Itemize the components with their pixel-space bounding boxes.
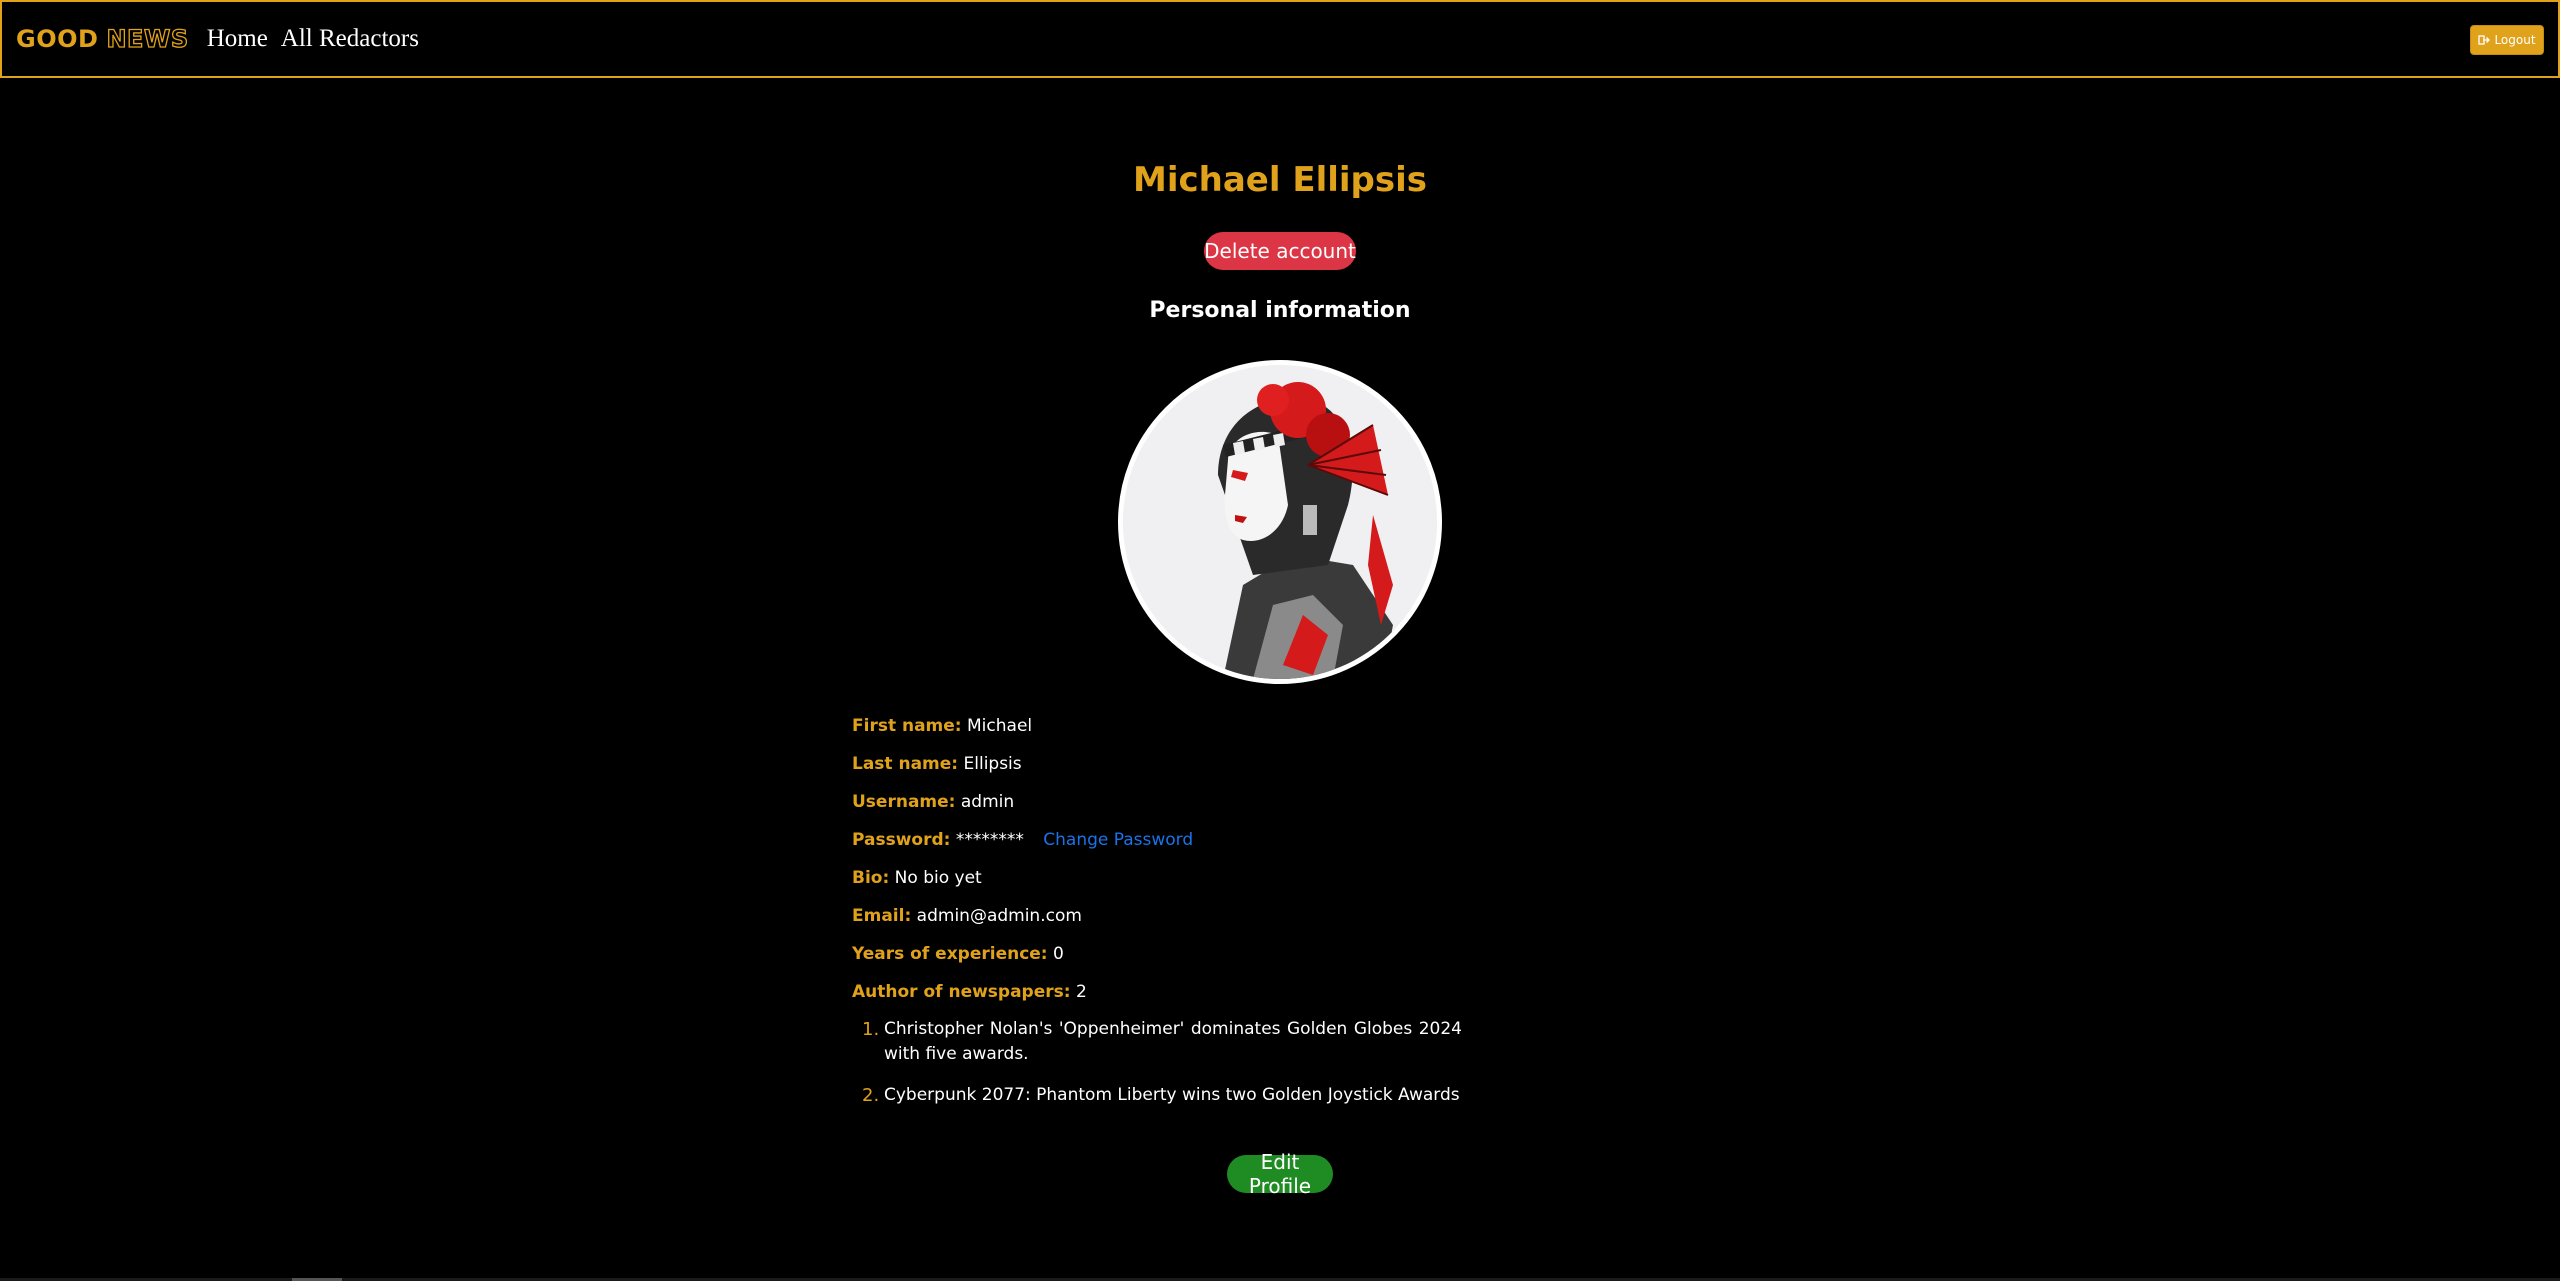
list-item: 2. Cyberpunk 2077: Phantom Liberty wins … (862, 1083, 1462, 1108)
article-number: 2. (862, 1085, 880, 1106)
last-name-row: Last name: Ellipsis (852, 751, 1462, 789)
avatar-image (1118, 360, 1442, 684)
list-item: 1. Christopher Nolan's 'Oppenheimer' dom… (862, 1017, 1462, 1067)
brand-logo[interactable]: GOOD NEWS (16, 24, 189, 53)
author-row: Author of newspapers: 2 (852, 979, 1462, 1017)
password-label: Password: (852, 830, 951, 850)
logout-label: Logout (2494, 33, 2536, 47)
bio-label: Bio: (852, 868, 890, 888)
profile-name: Michael Ellipsis (1133, 160, 1427, 200)
email-row: Email: admin@admin.com (852, 903, 1462, 941)
nav-all-redactors-link[interactable]: All Redactors (281, 25, 419, 53)
email-value: admin@admin.com (916, 906, 1082, 926)
delete-account-button[interactable]: Delete account (1204, 232, 1356, 270)
last-name-value: Ellipsis (963, 754, 1022, 774)
experience-label: Years of experience: (852, 944, 1048, 964)
experience-value: 0 (1053, 944, 1064, 964)
username-value: admin (960, 792, 1015, 812)
article-number: 1. (862, 1019, 880, 1040)
edit-profile-button[interactable]: Edit Profile (1227, 1150, 1333, 1198)
first-name-row: First name: Michael (852, 713, 1462, 751)
article-title: Christopher Nolan's 'Oppenheimer' domina… (884, 1019, 1462, 1064)
change-password-link[interactable]: Change Password (1043, 830, 1193, 850)
logout-button[interactable]: Logout (2470, 25, 2544, 55)
nav-home-link[interactable]: Home (207, 25, 268, 53)
personal-information-heading: Personal information (1149, 298, 1411, 323)
password-row: Password: ******** Change Password (852, 827, 1462, 865)
personal-info-list: First name: Michael Last name: Ellipsis … (852, 713, 1462, 1124)
username-row: Username: admin (852, 789, 1462, 827)
username-label: Username: (852, 792, 956, 812)
experience-row: Years of experience: 0 (852, 941, 1462, 979)
brand-news: NEWS (106, 24, 189, 53)
first-name-value: Michael (967, 716, 1033, 736)
brand-good: GOOD (16, 25, 99, 53)
email-label: Email: (852, 906, 912, 926)
articles-list: 1. Christopher Nolan's 'Oppenheimer' dom… (852, 1017, 1462, 1108)
last-name-label: Last name: (852, 754, 959, 774)
author-label: Author of newspapers: (852, 982, 1071, 1002)
top-navbar: GOOD NEWS Home All Redactors Logout (0, 0, 2560, 78)
logout-icon (2478, 35, 2491, 45)
article-title: Cyberpunk 2077: Phantom Liberty wins two… (884, 1085, 1460, 1105)
bio-value: No bio yet (894, 868, 982, 888)
first-name-label: First name: (852, 716, 962, 736)
password-value: ******** (955, 830, 1024, 850)
author-count-value: 2 (1075, 982, 1087, 1002)
bio-row: Bio: No bio yet (852, 865, 1462, 903)
avatar-illustration (1123, 365, 1437, 679)
